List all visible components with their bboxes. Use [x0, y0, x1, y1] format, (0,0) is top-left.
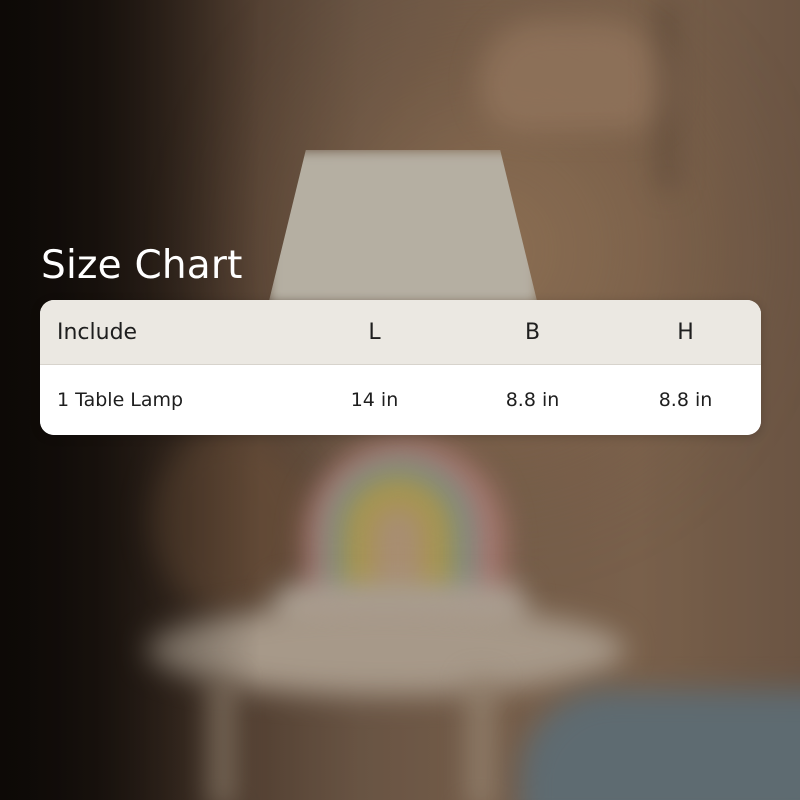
cell-height: 8.8 in [658, 389, 713, 411]
cell-length: 14 in [350, 389, 399, 411]
header-breadth: B [524, 319, 541, 345]
size-chart-table: Include L B H 1 Table Lamp 14 in 8.8 in … [40, 300, 761, 435]
size-chart-title: Size Chart [41, 243, 243, 288]
cell-item-name: 1 Table Lamp [57, 389, 184, 411]
header-include: Include [57, 319, 138, 345]
table-row: 1 Table Lamp 14 in 8.8 in 8.8 in [40, 365, 761, 435]
header-height: H [677, 319, 694, 345]
cell-breadth: 8.8 in [505, 389, 560, 411]
table-header-row: Include L B H [40, 300, 761, 365]
header-length: L [368, 319, 381, 345]
